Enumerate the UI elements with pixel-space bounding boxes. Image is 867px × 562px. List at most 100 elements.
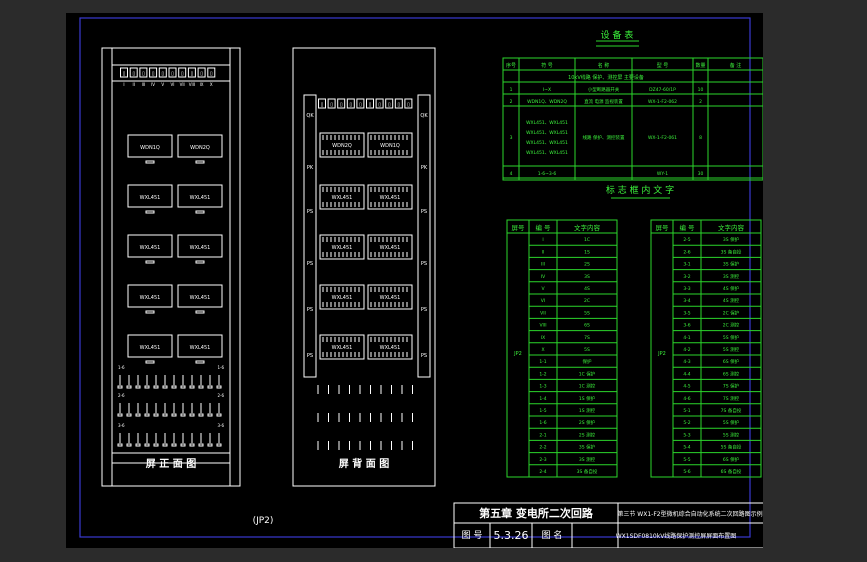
terminal-cap [135,443,141,447]
label-frame [195,210,205,214]
label-panel-id: JP2 [657,351,666,357]
label-text: 6S 备自投 [721,468,742,475]
terminal-cap [162,413,168,417]
side-label: PS [421,209,427,215]
terminal-cap [180,385,186,389]
label-frame [145,160,155,164]
label-text: 5S [584,310,590,316]
label-code: 2-3 [539,457,546,463]
label-code: 3-6 [683,323,690,329]
table-cell: WX-1-F2-062 [648,99,677,105]
label-text: 5S 保护 [723,419,740,426]
terminal-cap [153,443,159,447]
terminal-cap [162,385,168,389]
device-label: WXL451 [140,245,161,251]
breaker-handle: ▯ [161,71,164,77]
label-code: 4-6 [683,396,690,402]
breaker-label: IV [151,82,155,87]
label-frame [145,210,155,214]
table-cell: 小型断路器开关 [588,86,620,93]
side-label: QK [420,113,428,119]
breaker-handle: ▯ [181,71,184,77]
label-code: 5-4 [683,445,690,451]
device-label: WXL451 [380,245,401,251]
label-text: 5S 测控 [723,346,740,353]
label-text: 2S 保护 [579,419,596,426]
label-text: 5S 保护 [723,334,740,341]
breaker-handle: ▯ [359,102,362,108]
device-label: WDN2Q [332,143,352,149]
label-text: 2C 测控 [723,322,740,329]
terminal-cap [144,443,150,447]
terminal-cap [171,413,177,417]
table-cell: 10 [698,87,704,93]
label-code: 4-4 [683,371,690,377]
table-cell: 直流 电源 监视装置 [584,98,623,105]
terminal-cap [207,443,213,447]
cad-drawing: ▯I▯II▯III▯IV▯V▯VI▯VII▯VIII▯IX▯X WDN1Q WDN… [79,17,763,548]
label-text: 3S 备自投 [721,248,742,255]
rear-side-labels: QK PK PS PS PS PS QK PK PS PS PS PS [306,113,428,359]
table-cell: 2 [699,99,702,105]
rear-device-grid: WDN2Q WDN1Q WXL451 WXL451 WXL451 WXL451 WXL451… [319,132,413,360]
breaker-label: VII [180,82,185,87]
terminal-cap [144,413,150,417]
label-text: 4S 测控 [723,297,740,304]
table-cell: 4 [510,171,513,177]
table-cell: 2 [510,99,513,105]
label-table: 标 志 框 内 文 字 屏号 编 号 文字内容 I 1C II 1S III 2S IV 3S V 4S… [506,184,762,478]
label-code: 1-5 [539,408,546,414]
label-text: 1S 测控 [579,407,596,414]
terminal-cap [135,385,141,389]
label-text: 3S 保护 [723,236,740,243]
label-code: 1-3 [539,384,546,390]
label-text: 7S [584,335,590,341]
label-frame [195,310,205,314]
table-cell: 30 [698,171,704,177]
label-text: 6S 保护 [723,456,740,463]
label-code: 5-3 [683,432,690,438]
table-header: 序号 [506,62,516,69]
label-text: 3S 测控 [579,456,596,463]
breaker-handle: ▯ [171,71,174,77]
breaker-handle: ▯ [191,71,194,77]
label-table-header: 编 号 [679,223,695,232]
label-text: 5S 测控 [723,431,740,438]
breaker-handle: ▯ [378,102,381,108]
label-text: 6S [584,323,590,329]
side-label: QK [306,113,314,119]
terminal-row-label: 3-6 [217,423,224,428]
label-code: 3-4 [683,298,690,304]
breaker-handle: ▯ [200,71,203,77]
terminal-cap [189,413,195,417]
label-code: IX [541,335,545,341]
side-label: PS [307,261,313,267]
drawing-number: 5.3.26 [494,529,529,542]
rear-panel: ▯ ▯ ▯ ▯ ▯ ▯ ▯ ▯ ▯ ▯ QK PK PS PS PS PS QK PK PS PS PS PS WDN2… [292,47,436,487]
label-code: 3-5 [683,310,690,316]
table-header: 数量 [695,62,705,69]
table-cell: WDN1Q、WDN2Q [527,99,567,105]
table-header: 名 称 [598,62,610,69]
terminal-cap [216,443,222,447]
table-cell: WXL451、WXL451 [526,140,568,146]
table-header: 备 注 [730,62,742,69]
terminal-cap [153,385,159,389]
side-label: PK [307,165,314,171]
label-text: 2C 保护 [723,309,740,316]
terminal-cap [126,385,132,389]
terminal-cap [153,413,159,417]
label-code: IV [541,274,546,280]
device-label: WXL451 [332,195,353,201]
side-label: PS [421,261,427,267]
label-code: 1-6 [539,420,546,426]
label-code: 3-1 [683,262,690,268]
label-table-header: 文字内容 [718,223,745,232]
label-text: 2C [584,298,590,304]
device-label: WXL451 [332,345,353,351]
label-text: 6S 测控 [723,370,740,377]
chapter-title: 第五章 变电所二次回路 [479,506,594,520]
breaker-label: II [133,82,135,87]
table-cell: 1-6~3-6 [538,171,557,177]
label-code: V [541,286,545,292]
